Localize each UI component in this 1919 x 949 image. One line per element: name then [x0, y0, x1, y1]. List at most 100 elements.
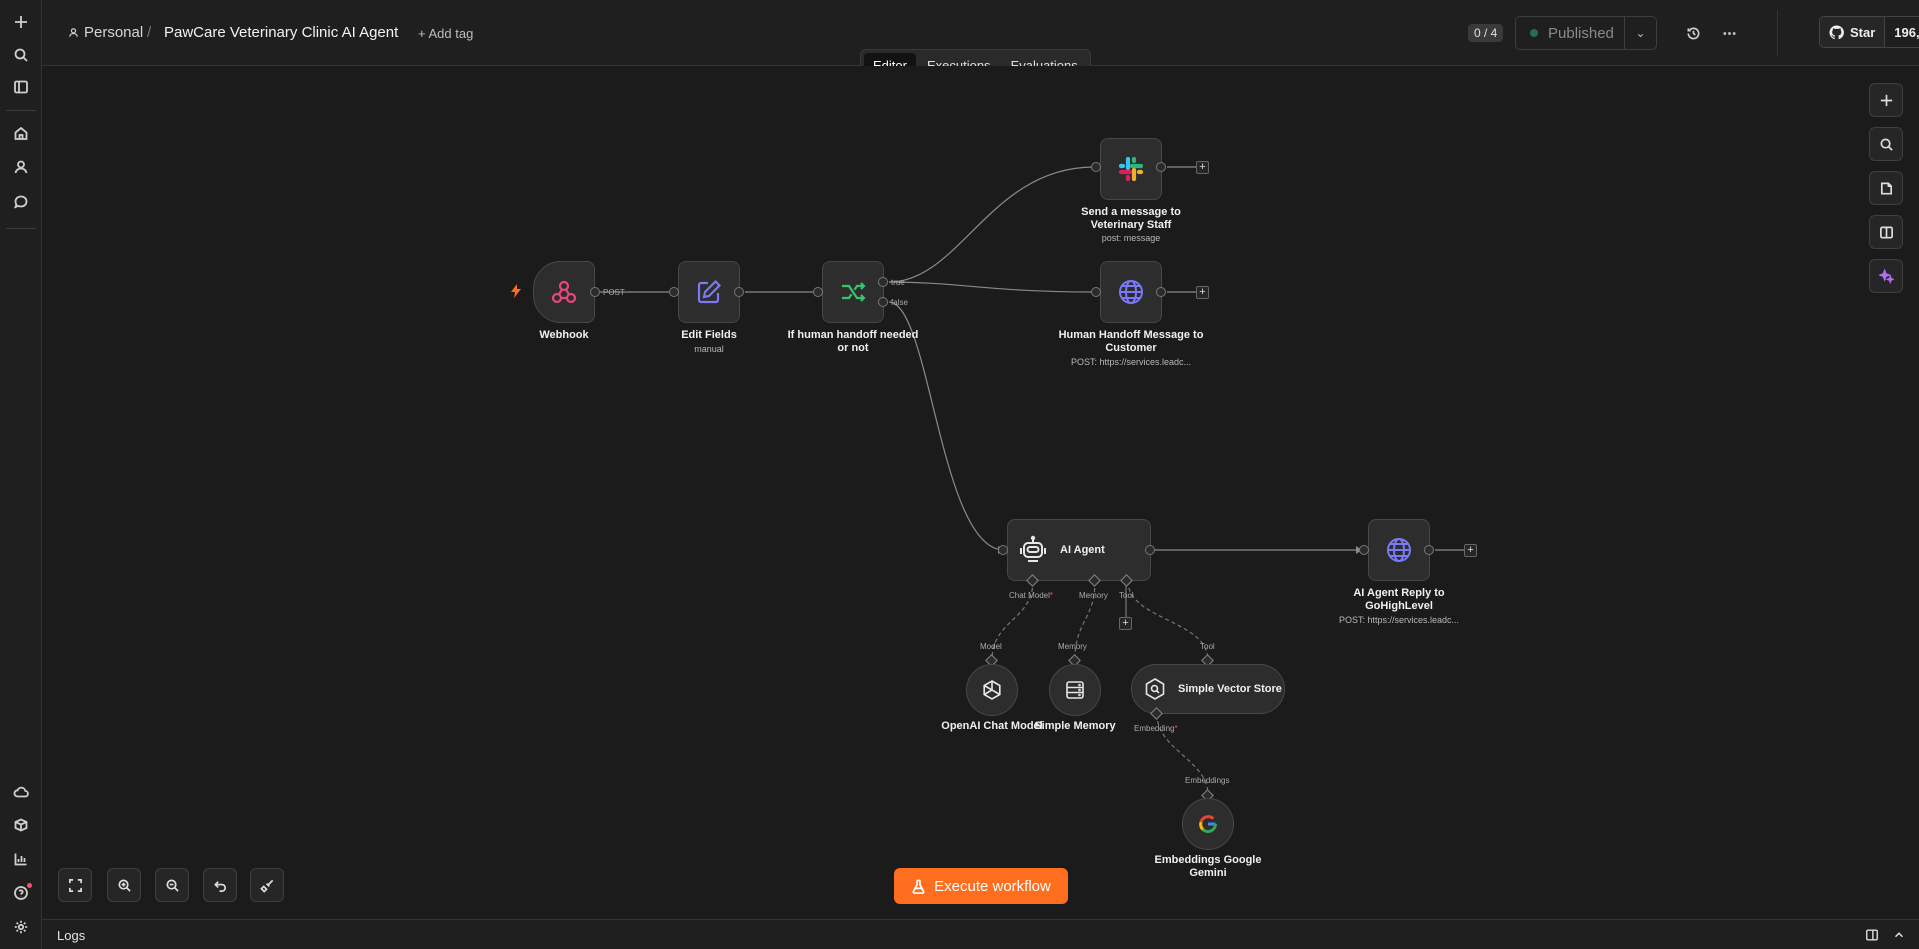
input-port[interactable] — [998, 545, 1008, 555]
search-nodes-button[interactable] — [1869, 127, 1903, 161]
node-human-handoff[interactable] — [1100, 261, 1162, 323]
project-breadcrumb[interactable]: Personal — [68, 24, 143, 41]
input-port[interactable] — [1091, 287, 1101, 297]
node-label-vector: Simple Vector Store — [1178, 683, 1282, 695]
logs-title: Logs — [57, 928, 86, 943]
add-node-panel-button[interactable] — [1869, 83, 1903, 117]
edge-label-post: POST — [603, 288, 625, 297]
add-node-button[interactable]: + — [1196, 286, 1209, 299]
undo-button[interactable] — [203, 868, 237, 902]
add-node-button[interactable]: + — [1196, 161, 1209, 174]
input-port[interactable] — [669, 287, 679, 297]
publish-button[interactable]: Published ⌄ — [1515, 16, 1657, 50]
tool-input-label: Tool — [1200, 642, 1215, 651]
node-sub-handoff: POST: https://services.leadc... — [1070, 357, 1192, 367]
zoom-in-button[interactable] — [107, 868, 141, 902]
publish-label: Published — [1548, 24, 1614, 42]
output-port[interactable] — [1145, 545, 1155, 555]
output-port-true[interactable] — [878, 277, 888, 287]
node-label-slack: Send a message to Veterinary Staff — [1081, 206, 1181, 231]
node-slack[interactable] — [1100, 138, 1162, 200]
home-icon[interactable] — [9, 121, 33, 145]
node-openai-chat-model[interactable] — [966, 664, 1018, 716]
node-simple-vector-store[interactable]: Simple Vector Store — [1131, 664, 1285, 714]
chart-icon[interactable] — [9, 847, 33, 871]
output-port[interactable] — [590, 287, 600, 297]
node-simple-memory[interactable] — [1049, 664, 1101, 716]
divider — [6, 228, 36, 229]
zoom-out-button[interactable] — [155, 868, 189, 902]
tool-label: Tool — [1119, 591, 1134, 600]
add-node-button[interactable]: + — [1464, 544, 1477, 557]
globe-icon — [1119, 280, 1143, 304]
node-ai-agent-reply[interactable] — [1368, 519, 1430, 581]
input-port[interactable] — [1359, 545, 1369, 555]
logs-panel[interactable]: Logs — [42, 919, 1919, 949]
search-icon[interactable] — [9, 43, 33, 67]
output-port[interactable] — [1424, 545, 1434, 555]
collapse-icon[interactable] — [1892, 928, 1906, 942]
globe-icon — [1387, 538, 1411, 562]
toggle-panel-button[interactable] — [1869, 215, 1903, 249]
github-star-button[interactable]: Star 196,179 — [1819, 16, 1919, 48]
header-divider — [1777, 10, 1778, 56]
node-sub-slack: post: message — [1101, 233, 1161, 243]
model-input-label: Model — [980, 642, 1002, 651]
output-port-false[interactable] — [878, 297, 888, 307]
output-port[interactable] — [734, 287, 744, 297]
workflow-canvas[interactable] — [42, 66, 1919, 919]
breadcrumb-separator: / — [147, 24, 152, 41]
input-port[interactable] — [813, 287, 823, 297]
left-sidebar — [0, 0, 42, 949]
settings-icon[interactable] — [9, 915, 33, 939]
help-icon[interactable] — [9, 881, 33, 905]
add-tool-button[interactable]: + — [1119, 617, 1132, 630]
database-icon — [1066, 681, 1084, 699]
edge-label-true: true — [891, 278, 905, 287]
open-logs-icon[interactable] — [1865, 928, 1879, 942]
node-webhook[interactable] — [533, 261, 595, 323]
embeddings-input-label: Embeddings — [1185, 776, 1230, 785]
execute-label: Execute workflow — [934, 877, 1051, 895]
chat-icon[interactable] — [9, 190, 33, 214]
panel-icon[interactable] — [9, 75, 33, 99]
node-embeddings-gemini[interactable] — [1182, 798, 1234, 850]
execute-workflow-button[interactable]: Execute workflow — [894, 868, 1068, 904]
output-port[interactable] — [1156, 162, 1166, 172]
node-ai-agent[interactable]: AI Agent — [1007, 519, 1151, 581]
workflow-title[interactable]: PawCare Veterinary Clinic AI Agent — [164, 24, 398, 41]
add-tag-button[interactable]: + Add tag — [418, 26, 473, 41]
robot-icon — [1020, 535, 1046, 562]
output-port[interactable] — [1156, 287, 1166, 297]
node-sub-reply: POST: https://services.leadc... — [1338, 615, 1460, 625]
notification-dot — [27, 883, 32, 888]
box-icon[interactable] — [9, 813, 33, 837]
github-star-count: 196,179 — [1884, 17, 1919, 47]
embedding-label: Embedding* — [1134, 724, 1178, 733]
trigger-bolt-icon — [511, 284, 521, 298]
plus-icon[interactable] — [9, 10, 33, 34]
sticky-note-button[interactable] — [1869, 171, 1903, 205]
cloud-icon[interactable] — [9, 780, 33, 804]
node-edit-fields[interactable] — [678, 261, 740, 323]
node-label-gemini: Embeddings Google Gemini — [1154, 854, 1262, 879]
fit-view-button[interactable] — [58, 868, 92, 902]
node-label-webhook: Webhook — [539, 329, 589, 341]
input-port[interactable] — [1091, 162, 1101, 172]
more-options-icon[interactable] — [1718, 22, 1740, 44]
active-counter: 0 / 4 — [1468, 24, 1504, 42]
user-icon[interactable] — [9, 155, 33, 179]
ai-assistant-button[interactable] — [1869, 259, 1903, 293]
history-icon[interactable] — [1682, 22, 1704, 44]
tidy-up-button[interactable] — [250, 868, 284, 902]
google-icon — [1199, 815, 1217, 833]
memory-input-label: Memory — [1058, 642, 1087, 651]
node-label-if: If human handoff needed or not — [787, 329, 919, 354]
node-if[interactable] — [822, 261, 884, 323]
node-label-memory: Simple Memory — [1034, 720, 1116, 732]
slack-icon — [1118, 156, 1144, 182]
chevron-down-icon[interactable]: ⌄ — [1624, 17, 1656, 49]
branch-icon — [842, 282, 866, 302]
user-icon — [69, 28, 78, 37]
divider — [6, 110, 36, 111]
